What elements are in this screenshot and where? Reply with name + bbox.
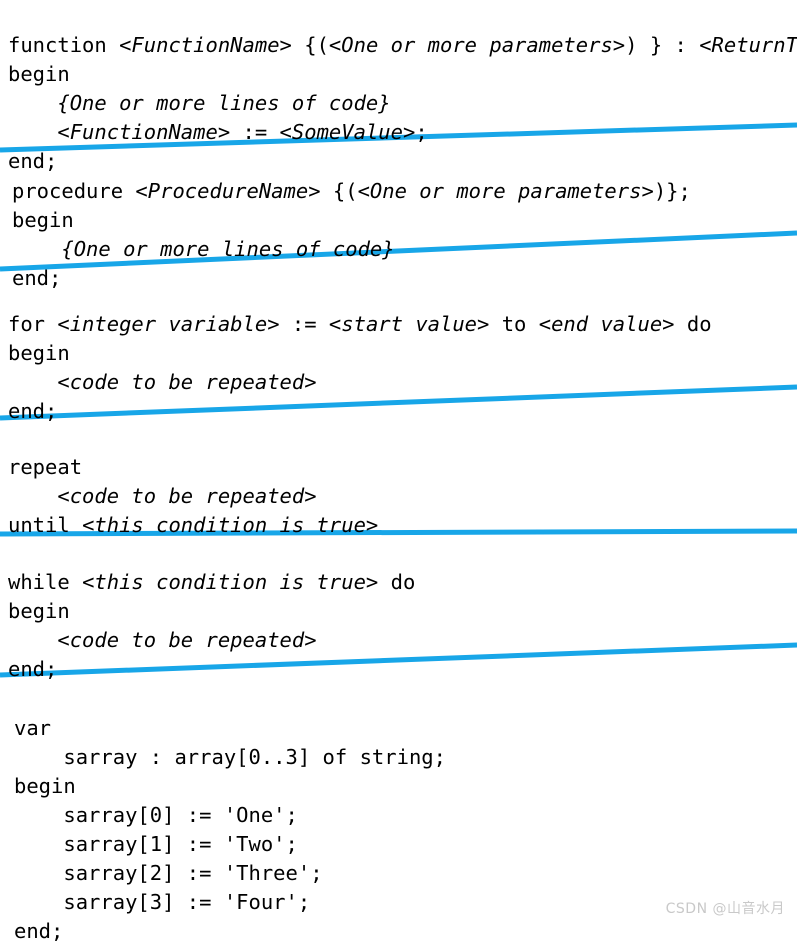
slide-canvas: function <FunctionName> {(<One or more p… — [0, 0, 797, 943]
code-keyword-text: begin — [8, 340, 70, 365]
code-placeholder: <One or more parameters> — [357, 178, 654, 203]
code-line: sarray : array[0..3] of string; — [14, 743, 797, 772]
code-line: <FunctionName> := <SomeValue>; — [8, 118, 797, 147]
code-line: {One or more lines of code} — [12, 235, 797, 264]
code-line: function <FunctionName> {(<One or more p… — [8, 31, 797, 60]
code-keyword-text: var — [14, 715, 52, 740]
code-line: repeat — [8, 453, 797, 482]
code-keyword-text: procedure — [12, 178, 136, 203]
procedure-declaration-snippet: procedure <ProcedureName> {(<One or more… — [12, 177, 797, 293]
code-keyword-text: function — [8, 32, 120, 57]
code-line: end; — [8, 147, 797, 176]
code-keyword-text: end; — [12, 265, 62, 290]
code-keyword-text: := — [279, 311, 329, 336]
code-keyword-text: end; — [8, 398, 58, 423]
code-placeholder: <code to be repeated> — [57, 369, 317, 394]
code-placeholder: <FunctionName> — [57, 119, 231, 144]
code-line: end; — [12, 264, 797, 293]
code-placeholder: <integer variable> — [57, 311, 280, 336]
code-keyword-text — [8, 120, 57, 144]
code-line: sarray[2] := 'Three'; — [14, 859, 797, 888]
code-keyword-text: )}; — [653, 178, 691, 203]
code-keyword-text: := — [230, 119, 280, 144]
code-line: begin — [8, 339, 797, 368]
code-placeholder: <code to be repeated> — [57, 627, 317, 652]
code-keyword-text: sarray[3] := 'Four'; — [14, 889, 311, 914]
code-placeholder: {One or more lines of code} — [57, 90, 391, 115]
code-line: <code to be repeated> — [8, 482, 797, 511]
while-loop-snippet: while <this condition is true> do begin … — [8, 568, 797, 684]
repeat-until-loop-snippet: repeat <code to be repeated> until <this… — [8, 453, 797, 540]
code-line: end; — [14, 917, 797, 946]
code-keyword-text: begin — [12, 207, 74, 232]
code-keyword-text — [8, 91, 57, 115]
code-line: {One or more lines of code} — [8, 89, 797, 118]
code-line: procedure <ProcedureName> {(<One or more… — [12, 177, 797, 206]
code-keyword-text: end; — [14, 918, 64, 943]
code-placeholder: <SomeValue> — [279, 119, 416, 144]
code-keyword-text: ; — [415, 119, 428, 144]
for-loop-snippet: for <integer variable> := <start value> … — [8, 310, 797, 426]
code-keyword-text — [8, 370, 57, 394]
code-line: for <integer variable> := <start value> … — [8, 310, 797, 339]
code-keyword-text: do — [378, 569, 416, 594]
code-keyword-text: begin — [14, 773, 76, 798]
code-line: sarray[1] := 'Two'; — [14, 830, 797, 859]
csdn-watermark: CSDN @山音水月 — [665, 901, 785, 917]
code-line: while <this condition is true> do — [8, 568, 797, 597]
code-keyword-text: sarray : array[0..3] of string; — [14, 744, 446, 769]
code-keyword-text: until — [8, 512, 83, 537]
code-placeholder: <start value> — [328, 311, 490, 336]
code-keyword-text: begin — [8, 61, 70, 86]
code-line: <code to be repeated> — [8, 368, 797, 397]
code-placeholder: <ReturnType> — [699, 32, 797, 57]
code-keyword-text: sarray[1] := 'Two'; — [14, 831, 298, 856]
code-keyword-text — [8, 628, 57, 652]
code-keyword-text — [8, 484, 57, 508]
code-placeholder: <code to be repeated> — [57, 483, 317, 508]
code-placeholder: <this condition is true> — [82, 512, 379, 537]
code-line: begin — [8, 597, 797, 626]
code-line: <code to be repeated> — [8, 626, 797, 655]
code-keyword-text: {( — [320, 178, 358, 203]
code-keyword-text: repeat — [8, 454, 83, 479]
code-keyword-text: ) } : — [625, 32, 700, 57]
code-keyword-text: sarray[2] := 'Three'; — [14, 860, 323, 885]
code-keyword-text: to — [489, 311, 539, 336]
code-line: begin — [12, 206, 797, 235]
code-line: sarray[0] := 'One'; — [14, 801, 797, 830]
code-line: until <this condition is true> — [8, 511, 797, 540]
function-declaration-snippet: function <FunctionName> {(<One or more p… — [8, 31, 797, 176]
code-line: begin — [8, 60, 797, 89]
code-placeholder: {One or more lines of code} — [61, 236, 395, 261]
code-placeholder: <ProcedureName> — [135, 178, 321, 203]
code-line: var — [14, 714, 797, 743]
code-keyword-text: end; — [8, 148, 58, 173]
code-keyword-text: while — [8, 569, 83, 594]
code-placeholder: <end value> — [538, 311, 675, 336]
code-line: end; — [8, 655, 797, 684]
code-keyword-text — [12, 237, 61, 261]
code-keyword-text: end; — [8, 656, 58, 681]
code-keyword-text: do — [674, 311, 712, 336]
code-line: end; — [8, 397, 797, 426]
code-keyword-text: sarray[0] := 'One'; — [14, 802, 298, 827]
code-placeholder: <One or more parameters> — [328, 32, 626, 57]
code-placeholder: <FunctionName> — [119, 32, 292, 57]
code-keyword-text: for — [8, 311, 58, 336]
code-keyword-text: begin — [8, 598, 70, 623]
code-keyword-text: {( — [291, 32, 329, 57]
code-line: begin — [14, 772, 797, 801]
code-placeholder: <this condition is true> — [82, 569, 379, 594]
